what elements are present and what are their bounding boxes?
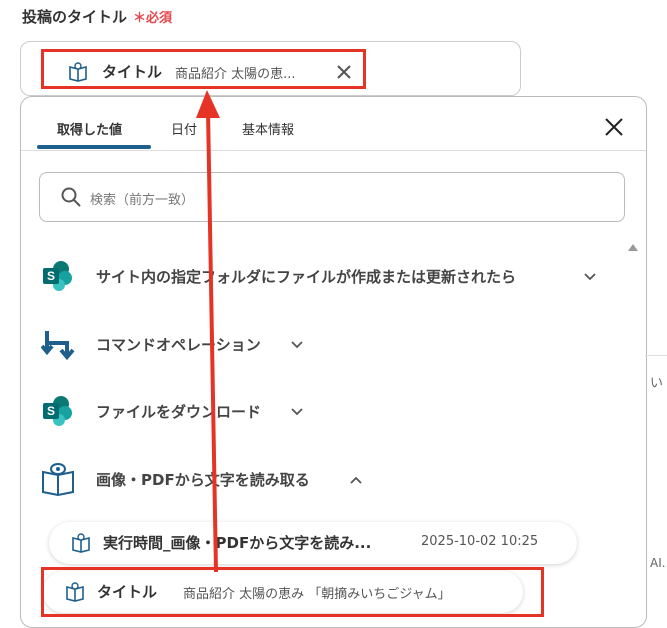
chip-value: 商品紹介 太陽の恵... [175, 67, 296, 82]
chevron-down-icon [584, 273, 596, 281]
search-icon [61, 187, 81, 207]
section-label: 画像・PDFから文字を読み取る [96, 471, 310, 489]
remove-chip-icon[interactable] [334, 62, 354, 82]
close-icon[interactable] [602, 115, 626, 139]
item-label: 実行時間_画像・PDFから文字を読み... [103, 534, 372, 552]
section-label: サイト内の指定フォルダにファイルが作成または更新されたら [96, 268, 517, 286]
tab-basic-info[interactable]: 基本情報 [242, 119, 294, 138]
field-label: 投稿のタイトル ＊必須 [22, 6, 172, 27]
background-text: AI... [650, 556, 667, 570]
section-ocr[interactable]: 画像・PDFから文字を読み取る [21, 458, 621, 502]
value-picker-panel: 取得した値 日付 基本情報 検索（前方一致） S サイト内の指定フォルダにファイ… [20, 96, 647, 628]
ocr-book-icon [42, 463, 74, 496]
section-command-operation[interactable]: コマンドオペレーション [21, 323, 621, 367]
required-mark: ＊必須 [133, 11, 173, 26]
tab-date[interactable]: 日付 [171, 119, 197, 138]
search-input[interactable]: 検索（前方一致） [39, 172, 625, 222]
svg-text:S: S [47, 269, 55, 283]
command-operation-icon [41, 331, 75, 361]
section-label: ファイルをダウンロード [96, 403, 262, 421]
chevron-down-icon [291, 408, 303, 416]
section-sharepoint-trigger[interactable]: S サイト内の指定フォルダにファイルが作成または更新されたら [21, 255, 621, 299]
chevron-up-icon [350, 476, 362, 484]
ocr-book-icon [72, 533, 90, 553]
tab-fetched-values[interactable]: 取得した値 [57, 119, 122, 138]
selected-value-chip[interactable]: タイトル 商品紹介 太陽の恵... [41, 49, 366, 89]
list-item-execution-time[interactable]: 実行時間_画像・PDFから文字を読み... 2025-10-02 10:25 [49, 522, 577, 564]
sharepoint-icon: S [43, 261, 72, 291]
scroll-up-arrow[interactable] [628, 244, 638, 251]
svg-text:S: S [47, 404, 55, 418]
chip-label: タイトル [102, 63, 163, 81]
field-label-text: 投稿のタイトル [22, 8, 128, 26]
section-label: コマンドオペレーション [96, 336, 261, 354]
section-download-file[interactable]: S ファイルをダウンロード [21, 390, 621, 434]
ocr-book-icon [69, 62, 87, 82]
active-tab-indicator [37, 145, 151, 149]
background-text: い [650, 376, 664, 391]
search-placeholder: 検索（前方一致） [90, 193, 195, 208]
chevron-down-icon [291, 341, 303, 349]
highlight-box [41, 567, 544, 617]
item-value: 2025-10-02 10:25 [421, 534, 539, 549]
sharepoint-icon: S [43, 396, 72, 426]
tabs-divider [21, 150, 646, 151]
